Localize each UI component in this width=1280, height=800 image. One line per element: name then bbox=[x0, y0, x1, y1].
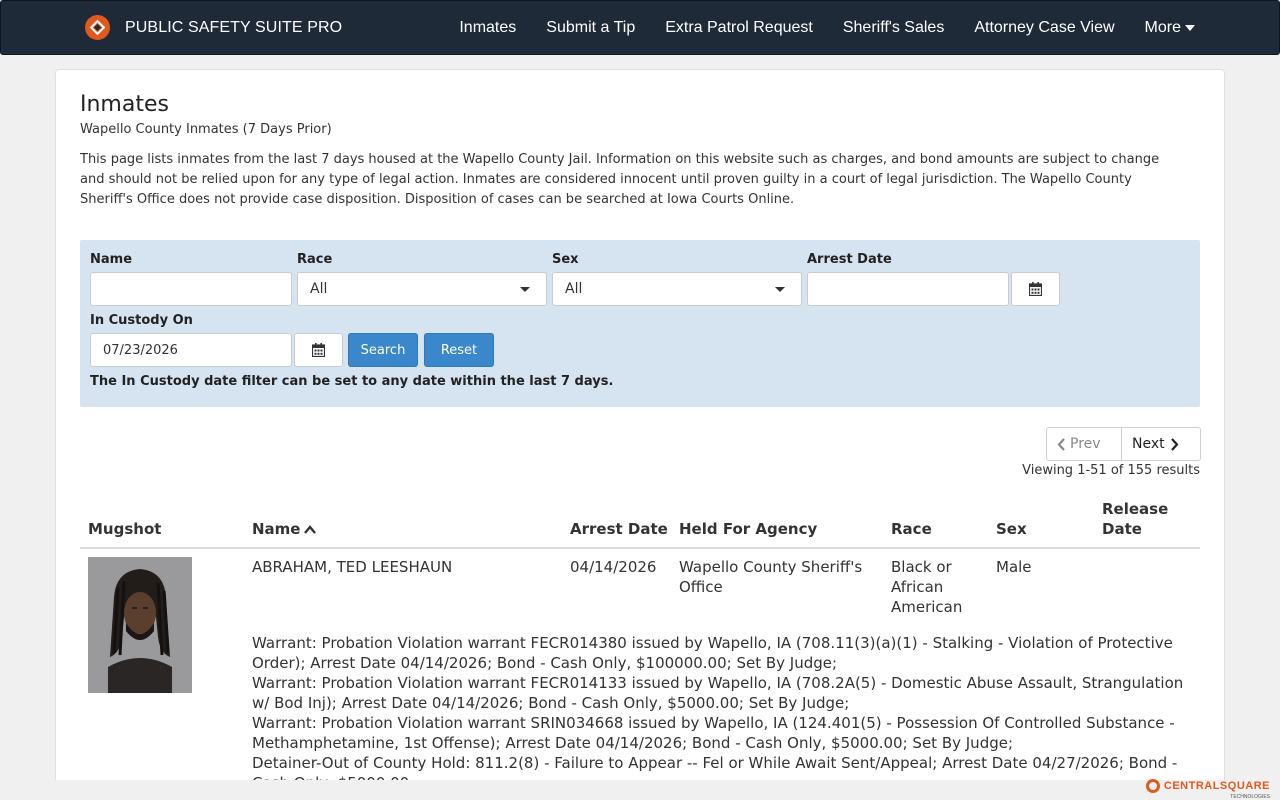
inmate-name[interactable]: ABRAHAM, TED LEESHAUN bbox=[252, 557, 452, 577]
filter-note: The In Custody date filter can be set to… bbox=[90, 374, 614, 389]
prev-page-button[interactable]: Prev bbox=[1047, 428, 1122, 460]
column-header-release-date: Release Date bbox=[1102, 500, 1169, 538]
sex-select-value: All bbox=[565, 281, 583, 297]
nav-link-more-dropdown[interactable]: More bbox=[1145, 19, 1195, 37]
mugshot-photo bbox=[88, 557, 192, 693]
column-header-sex: Sex bbox=[996, 520, 1027, 538]
table-header-divider bbox=[80, 547, 1200, 549]
nav-link-sheriffs-sales[interactable]: Sheriff's Sales bbox=[843, 19, 944, 37]
in-custody-date-input[interactable] bbox=[90, 333, 292, 367]
sex-label: Sex bbox=[552, 252, 579, 267]
name-label: Name bbox=[90, 252, 133, 267]
inmate-sex: Male bbox=[996, 558, 1032, 576]
next-page-label: Next bbox=[1132, 436, 1165, 452]
page-title: Inmates bbox=[80, 92, 169, 117]
column-header-name[interactable]: Name bbox=[252, 519, 317, 539]
in-custody-label: In Custody On bbox=[90, 313, 193, 328]
race-select[interactable]: All bbox=[297, 272, 547, 306]
results-count: Viewing 1-51 of 155 results bbox=[1022, 463, 1200, 478]
column-header-name-label: Name bbox=[252, 520, 301, 538]
caret-down-icon bbox=[1185, 25, 1195, 31]
top-navbar: PUBLIC SAFETY SUITE PRO Inmates Submit a… bbox=[0, 0, 1280, 55]
in-custody-calendar-button[interactable] bbox=[294, 333, 343, 367]
centralsquare-logo-text: CENTRALSQUARE bbox=[1163, 780, 1270, 792]
mugshot-image[interactable] bbox=[88, 557, 192, 693]
inmate-race: Black or African American bbox=[891, 558, 963, 616]
inmate-arrest-date: 04/14/2026 bbox=[570, 558, 657, 576]
arrest-date-input[interactable] bbox=[807, 272, 1009, 306]
charge-item: Warrant: Probation Violation warrant SRI… bbox=[252, 714, 1175, 752]
inmate-held-for-agency: Wapello County Sheriff's Office bbox=[679, 558, 863, 596]
arrest-date-calendar-button[interactable] bbox=[1011, 272, 1060, 306]
brand-name: PUBLIC SAFETY SUITE PRO bbox=[125, 18, 343, 36]
chevron-left-icon bbox=[1057, 437, 1065, 451]
chevron-right-icon bbox=[1170, 437, 1179, 451]
column-header-race: Race bbox=[891, 520, 932, 538]
content-card: Inmates Wapello County Inmates (7 Days P… bbox=[55, 69, 1225, 800]
chevron-down-icon bbox=[520, 287, 530, 292]
centralsquare-logo-icon bbox=[1145, 779, 1160, 793]
column-header-agency: Held For Agency bbox=[679, 520, 818, 538]
column-header-mugshot: Mugshot bbox=[88, 520, 162, 538]
nav-link-attorney-case-view[interactable]: Attorney Case View bbox=[974, 19, 1114, 37]
footer-bar bbox=[0, 780, 1280, 800]
nav-links: Inmates Submit a Tip Extra Patrol Reques… bbox=[429, 1, 1195, 54]
nav-link-submit-tip[interactable]: Submit a Tip bbox=[546, 19, 635, 37]
nav-link-inmates[interactable]: Inmates bbox=[459, 19, 516, 37]
brand-logo-icon bbox=[85, 15, 110, 40]
charges-list: Warrant: Probation Violation warrant FEC… bbox=[252, 633, 1192, 793]
chevron-down-icon bbox=[775, 287, 785, 292]
calendar-icon bbox=[1029, 282, 1042, 296]
page-description: This page lists inmates from the last 7 … bbox=[80, 152, 1160, 207]
search-button[interactable]: Search bbox=[348, 333, 418, 367]
race-select-value: All bbox=[310, 281, 328, 297]
nav-link-extra-patrol[interactable]: Extra Patrol Request bbox=[665, 19, 813, 37]
charge-item: Warrant: Probation Violation warrant FEC… bbox=[252, 674, 1184, 712]
next-page-button[interactable]: Next bbox=[1122, 428, 1200, 460]
nav-link-more-label: More bbox=[1144, 18, 1181, 36]
centralsquare-logo-subtext: TECHNOLOGIES bbox=[1230, 794, 1270, 800]
filter-panel: Name Race All Sex All Arrest Date In Cus… bbox=[80, 240, 1200, 407]
charge-item: Warrant: Probation Violation warrant FEC… bbox=[252, 634, 1173, 672]
page-subtitle: Wapello County Inmates (7 Days Prior) bbox=[80, 122, 332, 137]
column-header-arrest-date: Arrest Date bbox=[570, 520, 668, 538]
brand[interactable]: PUBLIC SAFETY SUITE PRO bbox=[85, 15, 342, 40]
sort-ascending-icon bbox=[304, 524, 317, 534]
race-label: Race bbox=[297, 252, 333, 267]
reset-button[interactable]: Reset bbox=[424, 333, 494, 367]
prev-page-label: Prev bbox=[1070, 436, 1101, 452]
centralsquare-logo[interactable]: CENTRALSQUARE TECHNOLOGIES bbox=[1145, 779, 1270, 800]
calendar-icon bbox=[312, 343, 325, 357]
pagination: Prev Next bbox=[1046, 427, 1201, 461]
sex-select[interactable]: All bbox=[552, 272, 802, 306]
name-input[interactable] bbox=[90, 272, 292, 306]
arrest-date-label: Arrest Date bbox=[807, 252, 892, 267]
